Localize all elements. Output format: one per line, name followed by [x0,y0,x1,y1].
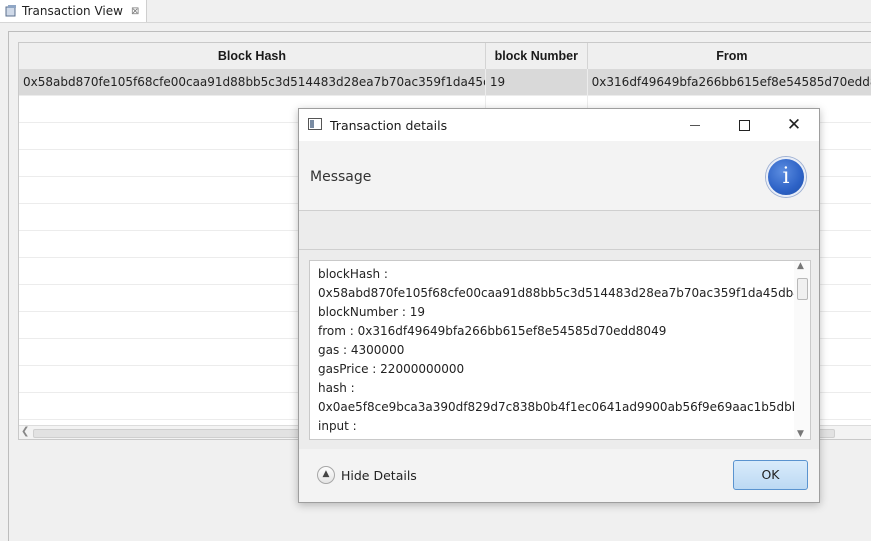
close-icon[interactable]: ⊠ [131,6,139,17]
ok-button[interactable]: OK [733,460,808,490]
transaction-view-icon [4,4,18,18]
scroll-up-icon[interactable]: ▲ [797,261,804,271]
detail-line: gasPrice : 22000000000 [318,362,465,376]
minimize-icon [690,124,700,126]
dialog-spacer [299,211,819,249]
tab-label: Transaction View [22,4,123,18]
details-text-area[interactable]: blockHash : 0x58abd870fe105f68cfe00caa91… [309,260,811,440]
hide-details-button[interactable]: ▲ Hide Details [317,466,417,484]
message-label: Message [310,169,372,185]
hide-details-label: Hide Details [341,467,417,483]
transaction-details-dialog: Transaction details ✕ Message i blockHas… [298,108,820,503]
table-header: Block Hash block Number From [19,43,871,70]
detail-line: blockHash : [318,267,388,281]
scroll-down-icon[interactable]: ▼ [797,429,804,439]
detail-line: 0x58abd870fe105f68cfe00caa91d88bb5c3d514… [318,286,801,300]
close-button[interactable]: ✕ [782,113,806,137]
detail-line: gas : 4300000 [318,343,405,357]
cell-block-number: 19 [486,69,588,95]
dialog-footer: ▲ Hide Details OK [299,449,819,502]
dialog-header: Message i [299,141,819,211]
table-row[interactable]: 0x58abd870fe105f68cfe00caa91d88bb5c3d514… [19,69,871,96]
cell-from: 0x316df49649bfa266bb615ef8e54585d70edd80… [588,69,871,95]
maximize-icon [738,119,750,131]
vertical-scrollbar[interactable]: ▲ ▼ [794,261,810,439]
detail-line: input : [318,419,357,433]
column-header-from[interactable]: From [588,43,871,69]
column-header-block-number[interactable]: block Number [486,43,588,69]
dialog-title-bar[interactable]: Transaction details ✕ [299,109,819,141]
scroll-left-icon[interactable]: ❮ [21,426,29,437]
chevron-up-icon: ▲ [317,466,335,484]
info-icon: i [766,157,806,197]
dialog-title: Transaction details [330,118,448,133]
window-icon [308,118,322,130]
column-header-block-hash[interactable]: Block Hash [19,43,486,69]
view-tab-bar: Transaction View ⊠ [0,0,871,23]
scrollbar-thumb[interactable] [797,278,808,300]
minimize-button[interactable] [683,113,707,137]
cell-block-hash: 0x58abd870fe105f68cfe00caa91d88bb5c3d514… [19,69,486,95]
detail-line: hash : [318,381,355,395]
detail-line: 0x0ae5f8ce9bca3a390df829d7c838b0b4f1ec06… [318,400,800,414]
detail-line: blockNumber : 19 [318,305,425,319]
maximize-button[interactable] [732,113,756,137]
details-lines: blockHash : 0x58abd870fe105f68cfe00caa91… [318,265,801,436]
tab-transaction-view[interactable]: Transaction View ⊠ [0,0,147,22]
details-panel: blockHash : 0x58abd870fe105f68cfe00caa91… [299,249,819,449]
detail-line: from : 0x316df49649bfa266bb615ef8e54585d… [318,324,667,338]
